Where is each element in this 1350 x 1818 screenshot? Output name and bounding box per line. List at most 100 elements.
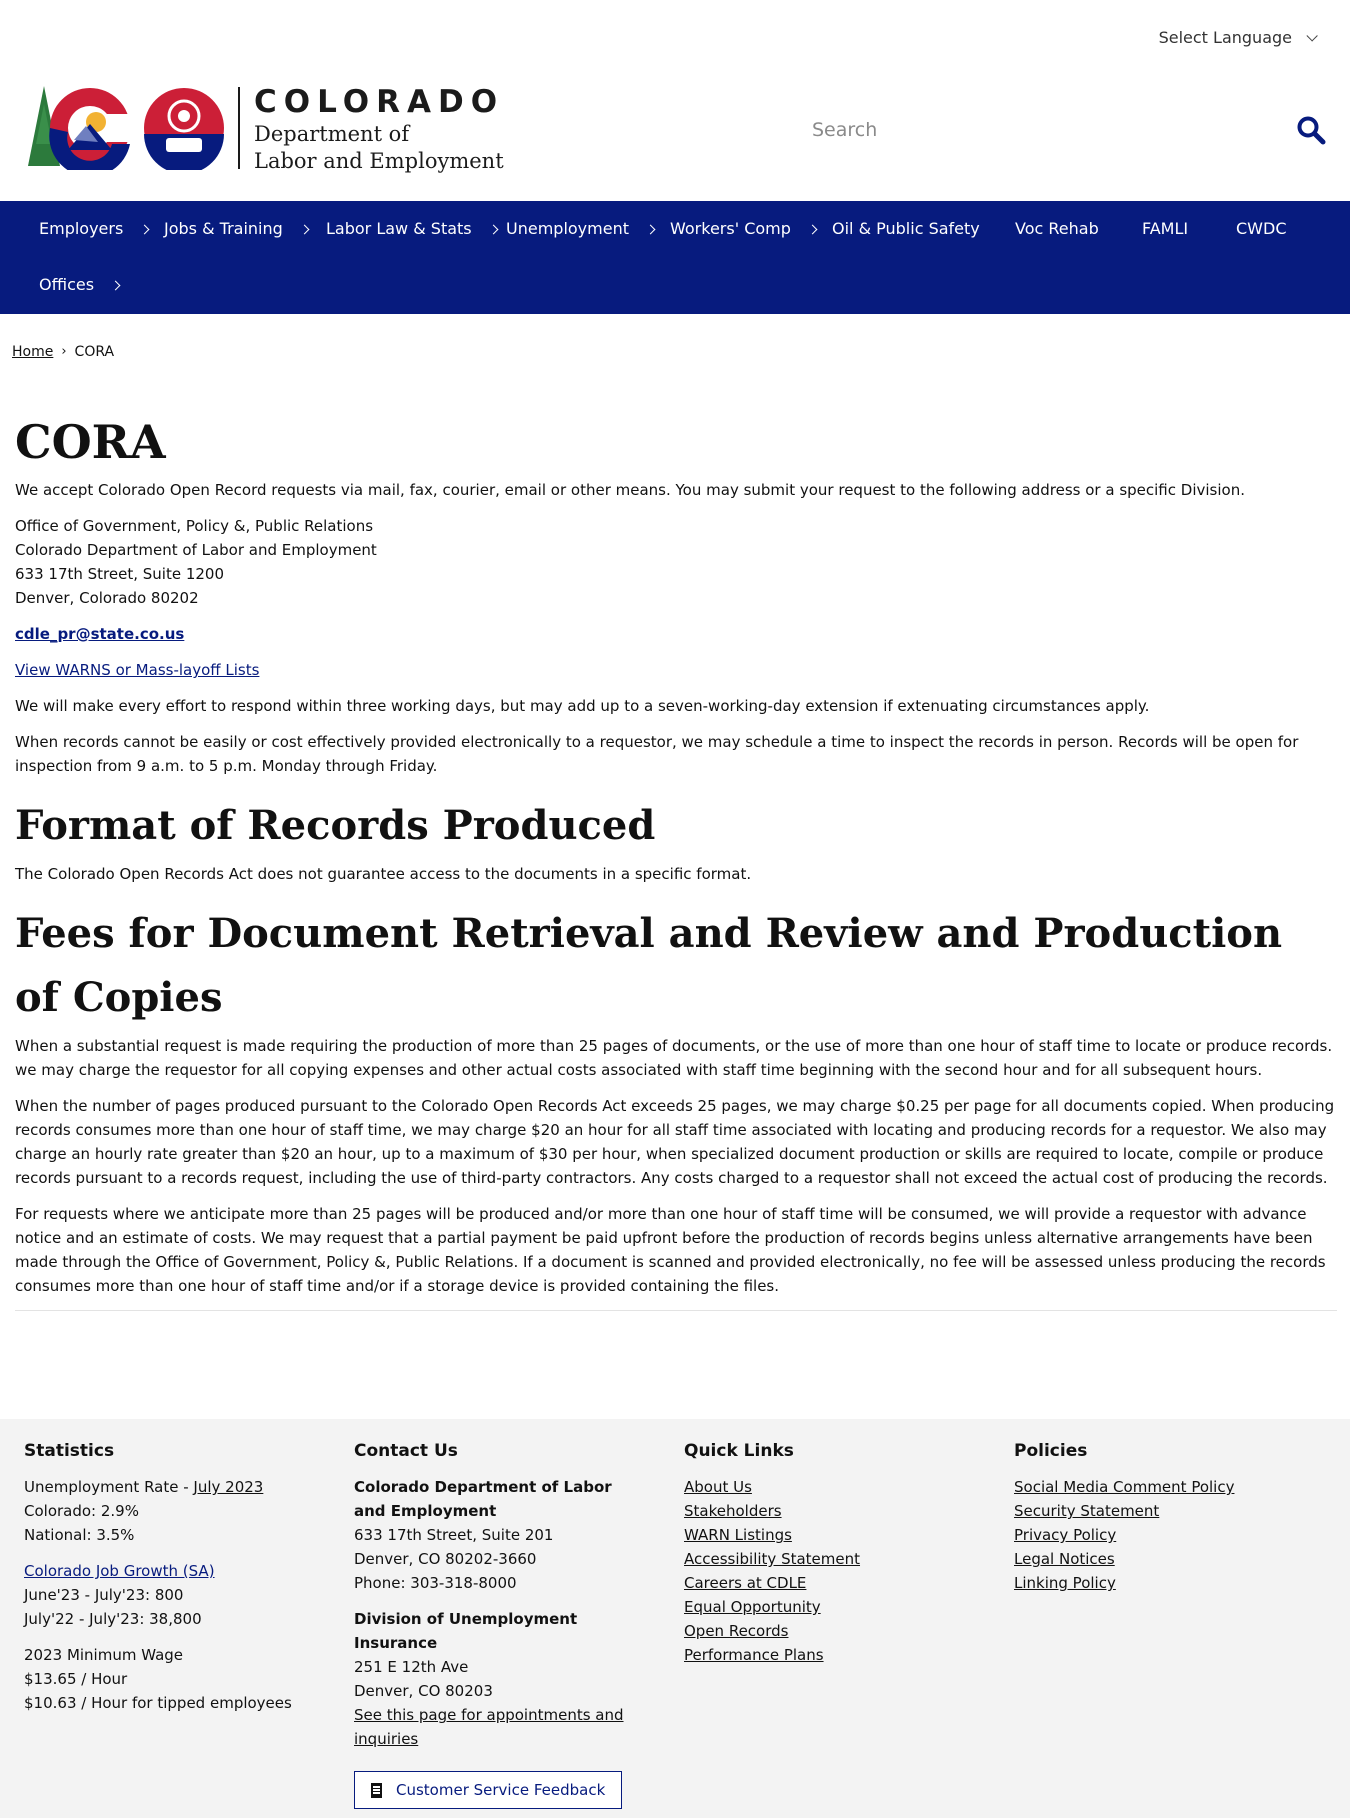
- nav-item-label: Offices: [39, 275, 95, 294]
- warns-link[interactable]: View WARNS or Mass-layoff Lists: [15, 661, 259, 679]
- footer-statistics: Statistics Unemployment Rate - July 2023…: [24, 1439, 324, 1715]
- chevron-right-icon: [645, 224, 656, 234]
- nav-item-label: Jobs & Training: [164, 219, 283, 238]
- footer-heading: Statistics: [24, 1441, 115, 1461]
- appointments-link[interactable]: See this page for appointments and inqui…: [354, 1703, 644, 1751]
- footer-heading: Contact Us: [354, 1441, 458, 1461]
- nav-item-labor-law-stats[interactable]: Labor Law & Stats: [326, 217, 499, 241]
- min-wage: $13.65 / Hour: [24, 1670, 128, 1688]
- job-growth-yearly: July'22 - July'23: 38,800: [24, 1610, 202, 1628]
- unemployment-month-link[interactable]: July 2023: [193, 1478, 263, 1496]
- nav-item-famli[interactable]: FAMLI: [1142, 217, 1188, 241]
- nav-item-label: Unemployment: [506, 219, 629, 238]
- footer-contact: Contact Us Colorado Department of Labor …: [354, 1439, 644, 1809]
- customer-feedback-button[interactable]: Customer Service Feedback: [354, 1771, 622, 1809]
- contact-ui-city: Denver, CO 80203: [354, 1682, 493, 1700]
- mailing-address: Office of Government, Policy &, Public R…: [15, 514, 1337, 610]
- address-line: Denver, Colorado 80202: [15, 589, 199, 607]
- dept-line-2: Labor and Employment: [254, 149, 504, 173]
- quick-link[interactable]: Accessibility Statement: [684, 1547, 984, 1571]
- address-line: Office of Government, Policy &, Public R…: [15, 517, 374, 535]
- footer-heading: Policies: [1014, 1441, 1088, 1461]
- quick-link[interactable]: Careers at CDLE: [684, 1571, 984, 1595]
- colorado-rate: Colorado: 2.9%: [24, 1502, 139, 1520]
- nav-item-voc-rehab[interactable]: Voc Rehab: [1015, 217, 1099, 241]
- nav-item-offices[interactable]: Offices: [39, 273, 121, 297]
- chevron-down-icon: [1306, 30, 1318, 42]
- contact-org-city: Denver, CO 80202-3660: [354, 1550, 537, 1568]
- format-text: The Colorado Open Records Act does not g…: [15, 865, 752, 883]
- chevron-right-icon: [488, 224, 499, 234]
- nav-item-jobs-training[interactable]: Jobs & Training: [164, 217, 310, 241]
- job-growth-link[interactable]: Colorado Job Growth (SA): [24, 1559, 324, 1583]
- main-content: CORA We accept Colorado Open Record requ…: [15, 410, 1337, 1311]
- search-input[interactable]: [806, 119, 1226, 141]
- policy-link[interactable]: Linking Policy: [1014, 1571, 1314, 1595]
- fees-paragraph-1: When a substantial request is made requi…: [15, 1037, 1333, 1079]
- email-link[interactable]: cdle_pr@state.co.us: [15, 625, 184, 643]
- search-icon[interactable]: [1296, 115, 1326, 145]
- site-footer: Statistics Unemployment Rate - July 2023…: [0, 1419, 1350, 1818]
- quick-link[interactable]: About Us: [684, 1475, 984, 1499]
- nav-item-label: Employers: [39, 219, 124, 238]
- nav-item-oil-public-safety[interactable]: Oil & Public Safety: [832, 217, 980, 241]
- format-heading: Format of Records Produced: [15, 802, 656, 849]
- page-title: CORA: [15, 415, 166, 469]
- language-select[interactable]: Select Language: [1158, 26, 1318, 50]
- unemployment-rate: Unemployment Rate - July 2023: [24, 1475, 324, 1499]
- fees-paragraph-3: For requests where we anticipate more th…: [15, 1205, 1326, 1295]
- quick-link[interactable]: WARN Listings: [684, 1523, 984, 1547]
- contact-org-phone: Phone: 303-318-8000: [354, 1574, 517, 1592]
- chevron-right-icon: [807, 224, 818, 234]
- national-rate: National: 3.5%: [24, 1526, 135, 1544]
- footer-policies: Policies Social Media Comment Policy Sec…: [1014, 1439, 1314, 1595]
- contact-org-name: Colorado Department of Labor and Employm…: [354, 1478, 612, 1520]
- site-header: COLORADO Department of Labor and Employm…: [28, 84, 505, 173]
- nav-item-label: Workers' Comp: [670, 219, 791, 238]
- quick-link[interactable]: Performance Plans: [684, 1643, 984, 1667]
- policy-link[interactable]: Privacy Policy: [1014, 1523, 1314, 1547]
- nav-item-label: Voc Rehab: [1015, 219, 1099, 238]
- feedback-label: Customer Service Feedback: [396, 1781, 606, 1799]
- content-divider: [15, 1310, 1337, 1311]
- breadcrumb-current: CORA: [74, 344, 115, 360]
- address-line: 633 17th Street, Suite 1200: [15, 565, 225, 583]
- breadcrumb-home-link[interactable]: Home: [12, 340, 53, 364]
- job-growth-monthly: June'23 - July'23: 800: [24, 1586, 184, 1604]
- nav-item-employers[interactable]: Employers: [39, 217, 150, 241]
- tipped-wage: $10.63 / Hour for tipped employees: [24, 1694, 292, 1712]
- intro-text: We accept Colorado Open Record requests …: [15, 481, 1245, 499]
- nav-item-label: Labor Law & Stats: [326, 219, 472, 238]
- breadcrumb-separator-icon: ›: [61, 344, 67, 359]
- policy-link[interactable]: Security Statement: [1014, 1499, 1314, 1523]
- nav-item-workers-comp[interactable]: Workers' Comp: [670, 217, 818, 241]
- search-bar: [806, 102, 1326, 158]
- footer-heading: Quick Links: [684, 1441, 794, 1461]
- dept-line-1: Department of: [254, 122, 410, 146]
- nav-item-label: Oil & Public Safety: [832, 219, 980, 238]
- quick-link[interactable]: Stakeholders: [684, 1499, 984, 1523]
- policy-link[interactable]: Social Media Comment Policy: [1014, 1475, 1314, 1499]
- state-wordmark: COLORADO: [254, 84, 505, 120]
- contact-ui-name: Division of Unemployment Insurance: [354, 1610, 578, 1652]
- nav-item-unemployment[interactable]: Unemployment: [506, 217, 656, 241]
- address-line: Colorado Department of Labor and Employm…: [15, 541, 377, 559]
- org-name: COLORADO Department of Labor and Employm…: [238, 84, 505, 173]
- contact-org-street: 633 17th Street, Suite 201: [354, 1526, 554, 1544]
- fees-paragraph-2: When the number of pages produced pursua…: [15, 1097, 1335, 1187]
- building-icon: [371, 1782, 382, 1798]
- nav-item-cwdc[interactable]: CWDC: [1236, 217, 1286, 241]
- policy-link[interactable]: Legal Notices: [1014, 1547, 1314, 1571]
- min-wage-title: 2023 Minimum Wage: [24, 1646, 184, 1664]
- quick-link[interactable]: Equal Opportunity: [684, 1595, 984, 1619]
- quick-link[interactable]: Open Records: [684, 1619, 984, 1643]
- main-nav: Employers Jobs & Training Labor Law & St…: [0, 201, 1350, 314]
- chevron-right-icon: [110, 280, 121, 290]
- contact-ui-street: 251 E 12th Ave: [354, 1658, 469, 1676]
- nav-item-label: CWDC: [1236, 219, 1287, 238]
- response-text: We will make every effort to respond wit…: [15, 697, 1150, 715]
- language-select-label: Select Language: [1158, 28, 1292, 47]
- chevron-right-icon: [299, 224, 310, 234]
- nav-item-label: FAMLI: [1142, 219, 1189, 238]
- cdle-logo[interactable]: [28, 86, 226, 170]
